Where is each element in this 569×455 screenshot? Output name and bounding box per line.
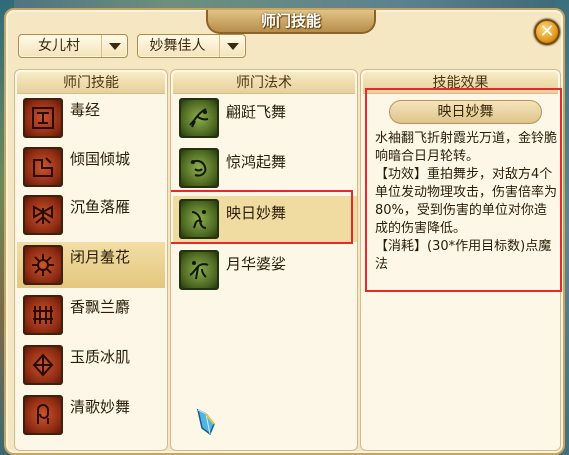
moon-dance-icon — [179, 250, 219, 290]
skill-label: 清歌妙舞 — [70, 398, 131, 416]
spell-item-moon-dance[interactable]: 月华婆娑 — [173, 247, 357, 293]
spell-label: 惊鸿起舞 — [226, 153, 287, 171]
skill-label: 闭月羞花 — [70, 248, 131, 266]
effect-function-label: 【功效】 — [375, 167, 428, 182]
dancer-icon — [23, 395, 63, 435]
path-dropdown-value: 妙舞佳人 — [149, 38, 206, 54]
skill-item-orchid-musk[interactable]: 香飘兰麝 — [17, 292, 165, 338]
sun-dance-icon — [179, 199, 219, 239]
spell-label: 月华婆娑 — [226, 255, 287, 273]
crystal-gem-icon[interactable] — [194, 406, 218, 436]
flying-dancer-icon — [179, 98, 219, 138]
chevron-down-icon — [101, 35, 127, 57]
spell-label: 翩跹飞舞 — [226, 103, 287, 121]
flower-mandala-icon — [23, 245, 63, 285]
orchid-icon — [23, 295, 63, 335]
effect-details: 映日妙舞 水袖翻飞折射霞光万道，金铃脆响暗合日月轮转。 【功效】重拍舞步，对敌方… — [365, 88, 562, 292]
window-title: 师门技能 — [206, 10, 376, 34]
poison-scroll-icon — [23, 98, 63, 138]
sect-dropdown-value: 女儿村 — [38, 38, 80, 54]
skill-item-charm[interactable]: 倾国倾城 — [17, 144, 165, 190]
ice-jade-icon — [23, 345, 63, 385]
skill-label: 香飘兰麝 — [70, 298, 131, 316]
spell-item-swan-dance[interactable]: 惊鸿起舞 — [173, 145, 357, 191]
spell-item-flying-dance[interactable]: 翩跹飞舞 — [173, 95, 357, 141]
path-dropdown[interactable]: 妙舞佳人 — [137, 34, 246, 58]
sect-skills-window: 师门技能 ✕ 女儿村 妙舞佳人 师门技能 毒经 倾国倾城 沉鱼落雁 闭月羞花 香… — [4, 8, 565, 455]
skill-item-jade-ice[interactable]: 玉质冰肌 — [17, 342, 165, 388]
sect-skills-header: 师门技能 — [17, 72, 165, 94]
skill-item-poison-scripture[interactable]: 毒经 — [17, 95, 165, 141]
skill-label: 玉质冰肌 — [70, 348, 131, 366]
effect-flavor-text: 水袖翻飞折射霞光万道，金铃脆响暗合日月轮转。 — [375, 131, 558, 164]
spell-item-sun-dance[interactable]: 映日妙舞 — [171, 190, 357, 244]
effect-description-block: 水袖翻飞折射霞光万道，金铃脆响暗合日月轮转。 【功效】重拍舞步，对敌方4个单位发… — [375, 130, 559, 274]
skill-label: 沉鱼落雁 — [70, 198, 131, 216]
skill-item-song-dance[interactable]: 清歌妙舞 — [17, 392, 165, 438]
sect-dropdown[interactable]: 女儿村 — [18, 34, 128, 58]
sect-skills-panel: 师门技能 毒经 倾国倾城 沉鱼落雁 闭月羞花 香飘兰麝 玉质冰肌 清歌妙舞 — [14, 69, 168, 451]
effect-skill-name: 映日妙舞 — [389, 100, 542, 124]
moth-icon — [23, 195, 63, 235]
skill-item-moon-flower[interactable]: 闭月羞花 — [17, 242, 165, 288]
skill-label: 倾国倾城 — [70, 150, 131, 168]
skill-label: 毒经 — [70, 101, 101, 119]
close-icon: ✕ — [539, 21, 555, 42]
swan-dance-icon — [179, 148, 219, 188]
charm-icon — [23, 147, 63, 187]
skill-item-fish-geese[interactable]: 沉鱼落雁 — [17, 192, 165, 238]
effect-cost-label: 【消耗】 — [375, 239, 428, 254]
spell-label: 映日妙舞 — [226, 204, 287, 222]
sect-spells-header: 师门法术 — [173, 72, 355, 94]
sect-spells-panel: 师门法术 翩跹飞舞 惊鸿起舞 映日妙舞 月华婆娑 — [170, 69, 358, 451]
chevron-down-icon — [219, 35, 245, 57]
close-button[interactable]: ✕ — [534, 19, 560, 45]
